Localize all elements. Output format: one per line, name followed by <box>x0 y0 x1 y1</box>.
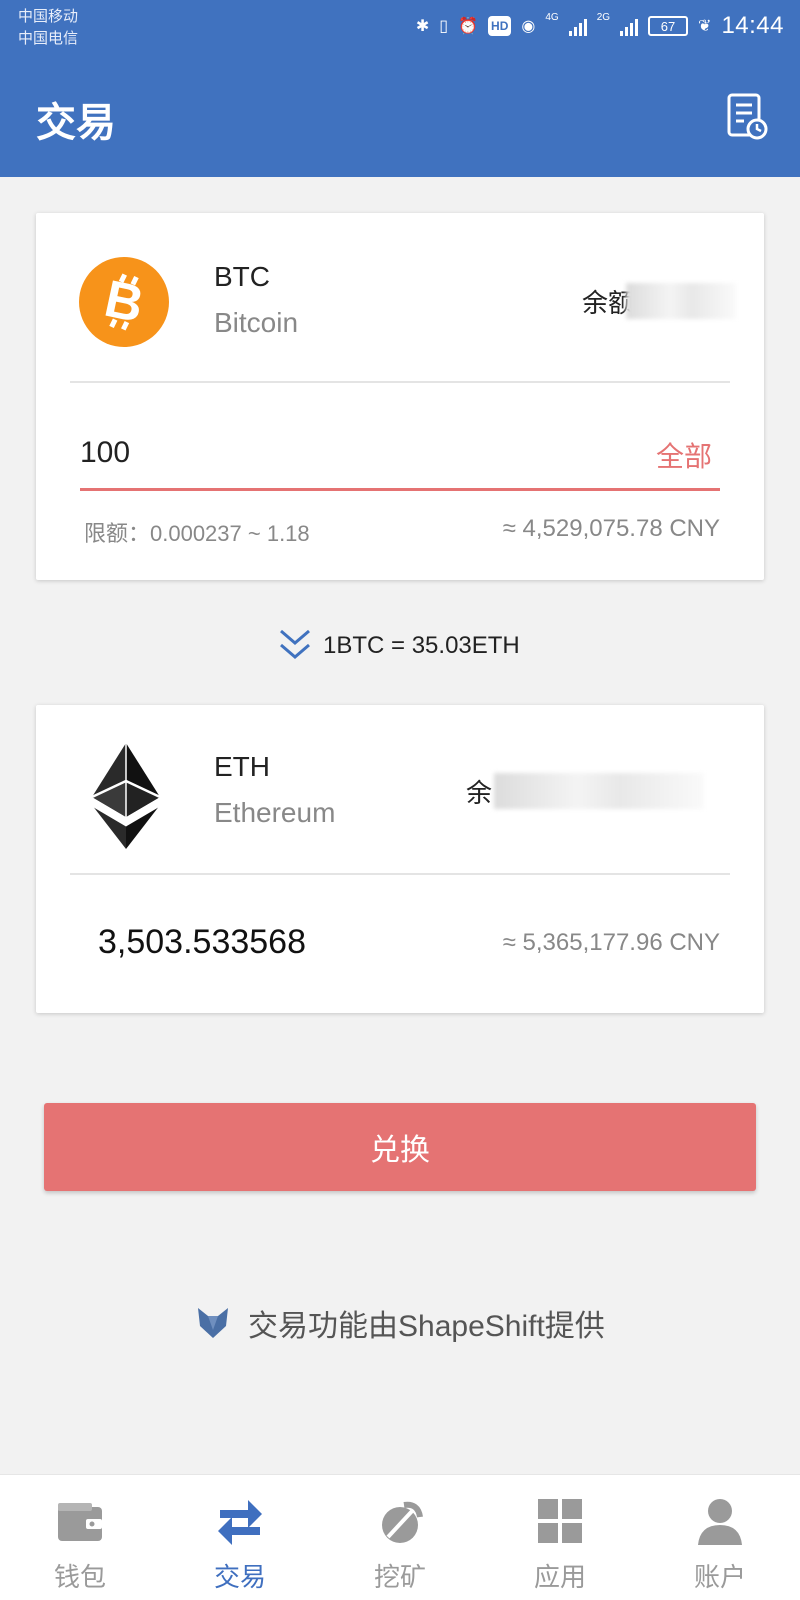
page-title: 交易 <box>36 101 116 145</box>
bitcoin-icon: B <box>79 257 169 347</box>
leaf-icon: ❦ <box>698 18 712 35</box>
from-coin-name: Bitcoin <box>214 307 299 338</box>
bottom-nav: 钱包 交易 挖矿 应用 账户 <box>0 1474 800 1600</box>
wallet-icon <box>58 1503 102 1541</box>
nav-item-mining[interactable]: 挖矿 <box>320 1475 480 1600</box>
receive-amount: 3,503.533568 <box>98 923 306 961</box>
nav-item-exchange[interactable]: 交易 <box>160 1475 320 1600</box>
from-balance-obscured <box>626 283 736 319</box>
network-2-label: 2G <box>596 12 611 23</box>
to-divider <box>70 873 730 875</box>
send-amount-input[interactable] <box>80 428 640 478</box>
exchange-rate-row: 1BTC = 35.03ETH <box>0 627 800 663</box>
status-bar: 中国移动 中国电信 ✱ ▯ ⏰ HD ◉ 4G 2G 67 ❦ 14:44 <box>0 0 800 56</box>
exchange-button[interactable]: 兑换 <box>44 1103 756 1191</box>
nav-item-wallet[interactable]: 钱包 <box>0 1475 160 1600</box>
carrier-2: 中国电信 <box>18 30 79 47</box>
hd-badge: HD <box>488 16 512 36</box>
from-approx-value: ≈ 4,529,075.78 CNY <box>502 515 720 542</box>
nav-label-wallet: 钱包 <box>53 1562 106 1592</box>
vibrate-icon: ▯ <box>439 18 449 35</box>
to-coin-name: Ethereum <box>214 797 336 828</box>
from-coin-symbol: BTC <box>214 261 270 292</box>
pickaxe-icon <box>382 1501 423 1543</box>
fox-icon <box>198 1308 228 1338</box>
all-amount-button[interactable]: 全部 <box>656 435 712 475</box>
from-divider <box>70 381 730 383</box>
to-approx-value: ≈ 5,365,177.96 CNY <box>502 929 720 956</box>
nav-label-apps: 应用 <box>533 1562 586 1592</box>
nav-item-account[interactable]: 账户 <box>640 1475 800 1600</box>
nav-label-exchange: 交易 <box>213 1562 266 1592</box>
provider-note: 交易功能由ShapeShift提供 <box>196 1303 605 1343</box>
to-currency-card: ETH Ethereum 余 3,503.533568 ≈ 5,365,177.… <box>36 705 764 1013</box>
ethereum-icon <box>91 743 161 849</box>
carrier-info: 中国移动 中国电信 <box>18 6 78 50</box>
input-underline <box>80 488 720 491</box>
clock: 14:44 <box>721 12 784 39</box>
signal-2-icon <box>620 16 639 36</box>
double-chevron-down-icon <box>280 629 310 659</box>
app-header: 中国移动 中国电信 ✱ ▯ ⏰ HD ◉ 4G 2G 67 ❦ 14:44 交易 <box>0 0 800 177</box>
alarm-icon: ⏰ <box>458 18 479 35</box>
limit-text: 限额：0.000237 ~ 1.18 <box>84 521 310 546</box>
history-button[interactable] <box>726 92 768 140</box>
eye-icon: ◉ <box>521 18 536 35</box>
to-balance-label: 余 <box>466 778 493 808</box>
bluetooth-icon: ✱ <box>415 18 430 35</box>
history-document-icon <box>727 93 768 140</box>
provider-text: 交易功能由ShapeShift提供 <box>248 1310 605 1343</box>
battery-icon: 67 <box>648 16 689 36</box>
from-currency-card: B BTC Bitcoin 余额 全部 限额：0.000237 ~ 1.18 ≈… <box>36 213 764 580</box>
exchange-arrows-icon <box>218 1500 262 1545</box>
nav-item-apps[interactable]: 应用 <box>480 1475 640 1600</box>
exchange-rate-text: 1BTC = 35.03ETH <box>323 632 520 659</box>
nav-label-mining: 挖矿 <box>373 1562 426 1592</box>
to-balance-obscured <box>494 773 704 809</box>
user-icon <box>698 1499 742 1545</box>
nav-label-account: 账户 <box>693 1562 746 1592</box>
status-icons: ✱ ▯ ⏰ HD ◉ 4G 2G 67 ❦ 14:44 <box>416 12 784 40</box>
carrier-1: 中国移动 <box>18 8 79 25</box>
signal-1-icon <box>568 16 587 36</box>
network-1-label: 4G <box>545 12 559 23</box>
to-coin-symbol: ETH <box>214 751 270 782</box>
apps-grid-icon <box>538 1499 582 1543</box>
